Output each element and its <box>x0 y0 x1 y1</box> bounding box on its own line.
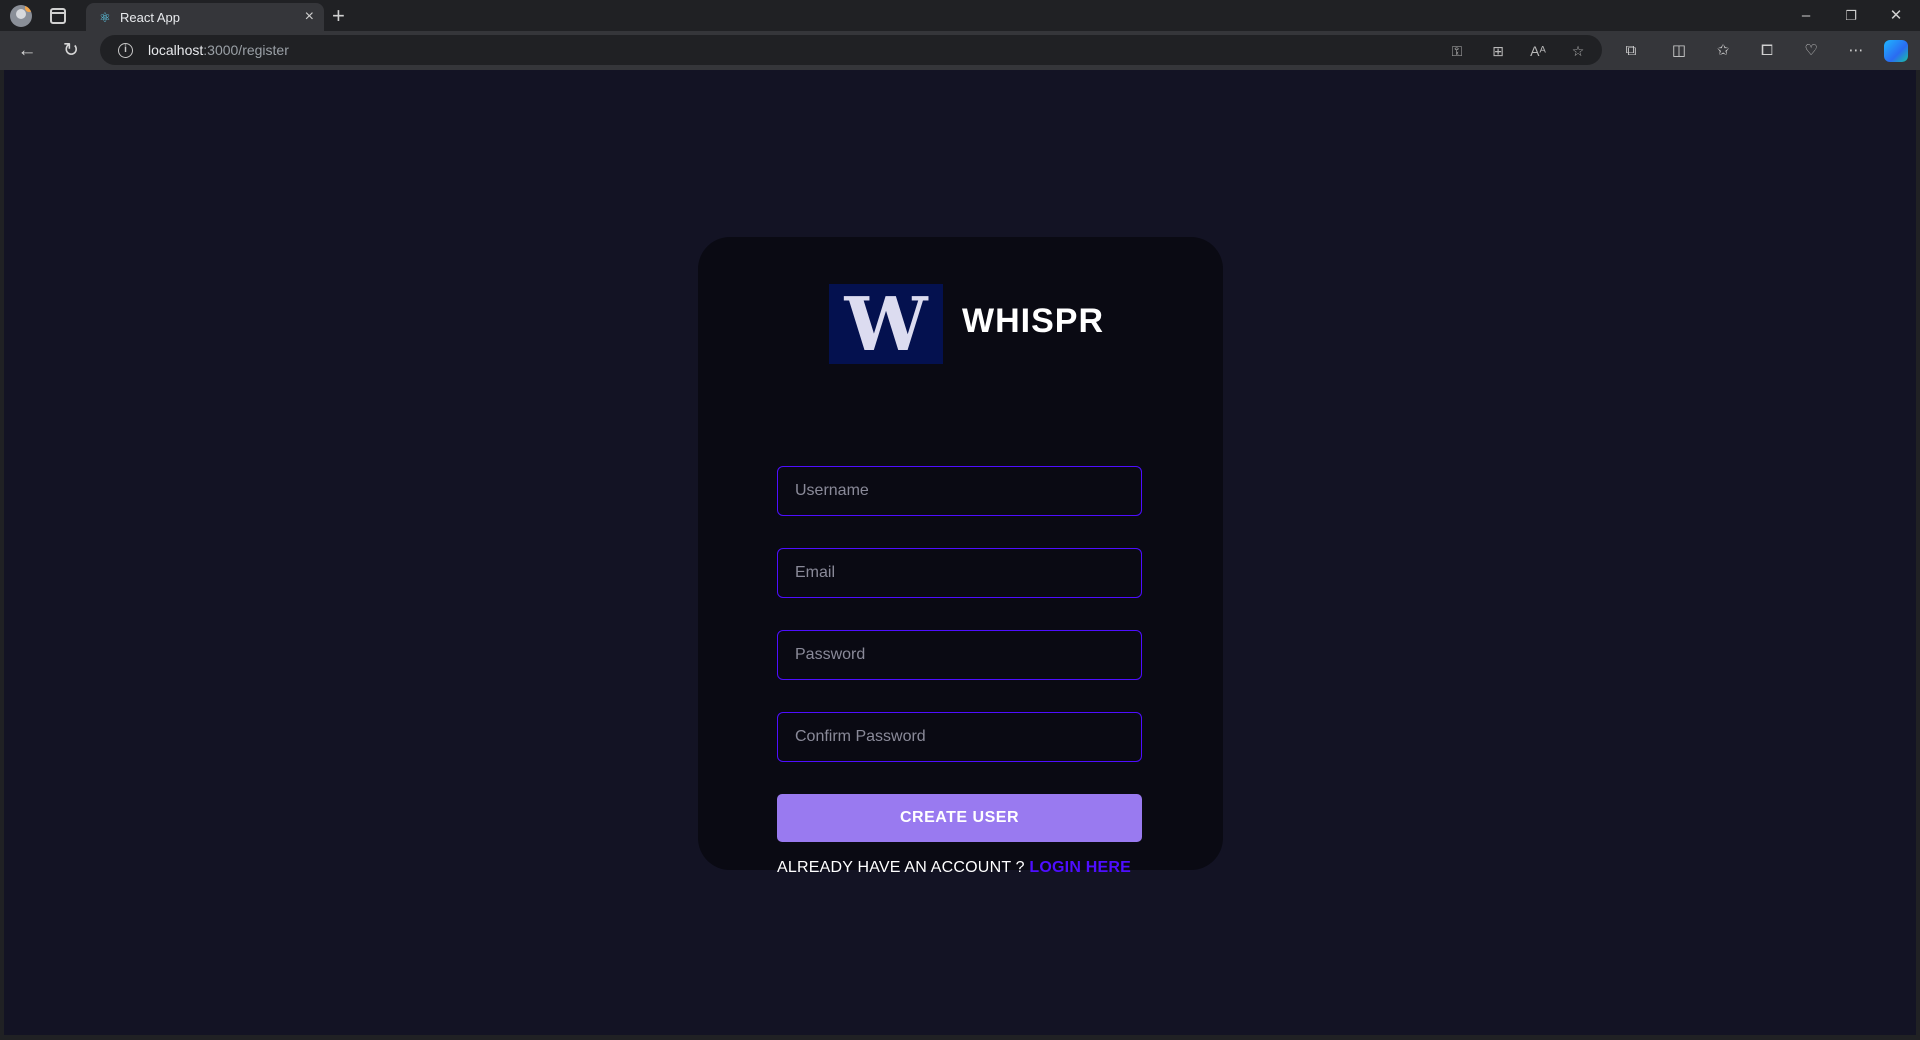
brand: W WHISPR <box>698 284 1223 366</box>
tab-title: React App <box>120 10 180 25</box>
password-input[interactable] <box>777 630 1142 680</box>
favorite-star-icon[interactable]: ☆ <box>1568 41 1588 61</box>
login-link[interactable]: Login Here <box>1029 859 1131 876</box>
whispr-logo: W <box>829 282 943 368</box>
tab-actions-icon[interactable] <box>50 8 66 24</box>
browser-tab[interactable]: ⚛ React App × <box>86 3 324 32</box>
url-text[interactable]: localhost:3000/register <box>148 42 289 58</box>
profile-avatar-icon[interactable] <box>10 5 32 27</box>
close-window-button[interactable]: ✕ <box>1876 4 1916 28</box>
performance-icon[interactable]: ♡ <box>1800 40 1822 62</box>
read-aloud-icon[interactable]: Aᴬ <box>1528 41 1548 61</box>
login-prompt: Already have an account ? Login Here <box>777 859 1142 877</box>
minimize-button[interactable]: – <box>1786 4 1826 28</box>
logo-letter: W <box>844 282 928 368</box>
key-icon[interactable]: ⚿ <box>1447 41 1467 61</box>
page-viewport: W WHISPR Create User Already have an acc… <box>4 70 1916 1035</box>
browser-toolbar: ← ↻ i localhost:3000/register ⚿ ⊞ Aᴬ ☆ ⧉… <box>0 31 1920 70</box>
extensions-icon[interactable]: ⧉ <box>1620 40 1642 62</box>
email-input[interactable] <box>777 548 1142 598</box>
brand-name: WHISPR <box>962 302 1104 340</box>
new-tab-button[interactable]: + <box>332 4 345 28</box>
restore-button[interactable]: ❐ <box>1831 4 1871 28</box>
register-form-card: W WHISPR Create User Already have an acc… <box>698 237 1223 876</box>
split-screen-icon[interactable]: ◫ <box>1668 40 1690 62</box>
login-prompt-text: Already have an account ? <box>777 859 1030 876</box>
username-input[interactable] <box>777 466 1142 516</box>
profile-notification-dot <box>25 5 32 12</box>
more-icon[interactable]: ⋯ <box>1845 40 1867 62</box>
copilot-icon[interactable] <box>1884 40 1908 62</box>
site-info-icon[interactable]: i <box>118 43 133 58</box>
react-icon: ⚛ <box>99 10 111 25</box>
close-tab-icon[interactable]: × <box>305 8 314 26</box>
favorites-icon[interactable]: ✩ <box>1712 40 1734 62</box>
create-user-button[interactable]: Create User <box>777 794 1142 842</box>
back-button[interactable]: ← <box>15 39 39 63</box>
collections-icon[interactable]: ⧠ <box>1756 40 1778 62</box>
address-bar[interactable]: i localhost:3000/register ⚿ ⊞ Aᴬ ☆ <box>100 35 1602 65</box>
reload-button[interactable]: ↻ <box>59 39 83 63</box>
confirm-password-input[interactable] <box>777 712 1142 762</box>
apps-icon[interactable]: ⊞ <box>1488 41 1508 61</box>
browser-tab-strip: ⚛ React App × + – ❐ ✕ <box>0 0 1920 32</box>
